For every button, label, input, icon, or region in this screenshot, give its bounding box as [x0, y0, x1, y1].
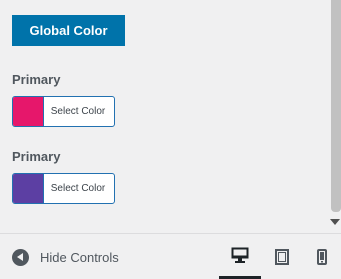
collapse-arrow-icon: [12, 248, 29, 266]
select-color-button[interactable]: Select Color: [44, 97, 114, 126]
color-swatch[interactable]: [13, 97, 44, 126]
scroll-down-arrow-icon[interactable]: [330, 219, 340, 225]
preview-desktop-button[interactable]: [219, 234, 261, 279]
customizer-panel: Global Color Primary Select Color Primar…: [0, 0, 327, 233]
preview-mobile-button[interactable]: [301, 234, 341, 279]
hide-controls-button[interactable]: Hide Controls: [12, 247, 119, 267]
primary-color-picker-2[interactable]: Select Color: [12, 173, 115, 204]
global-color-button[interactable]: Global Color: [12, 15, 125, 46]
primary-color-label: Primary: [12, 72, 61, 87]
hide-controls-label: Hide Controls: [40, 249, 119, 265]
scrollbar-thumb[interactable]: [331, 0, 341, 212]
primary-color-picker[interactable]: Select Color: [12, 96, 115, 127]
mobile-icon: [317, 248, 327, 265]
primary-color-label-2: Primary: [12, 149, 61, 164]
customizer-footer: Hide Controls: [0, 233, 341, 279]
desktop-icon: [231, 247, 249, 263]
preview-tablet-button[interactable]: [261, 234, 303, 279]
select-color-button[interactable]: Select Color: [44, 174, 114, 203]
color-swatch[interactable]: [13, 174, 44, 203]
tablet-icon: [275, 248, 289, 265]
